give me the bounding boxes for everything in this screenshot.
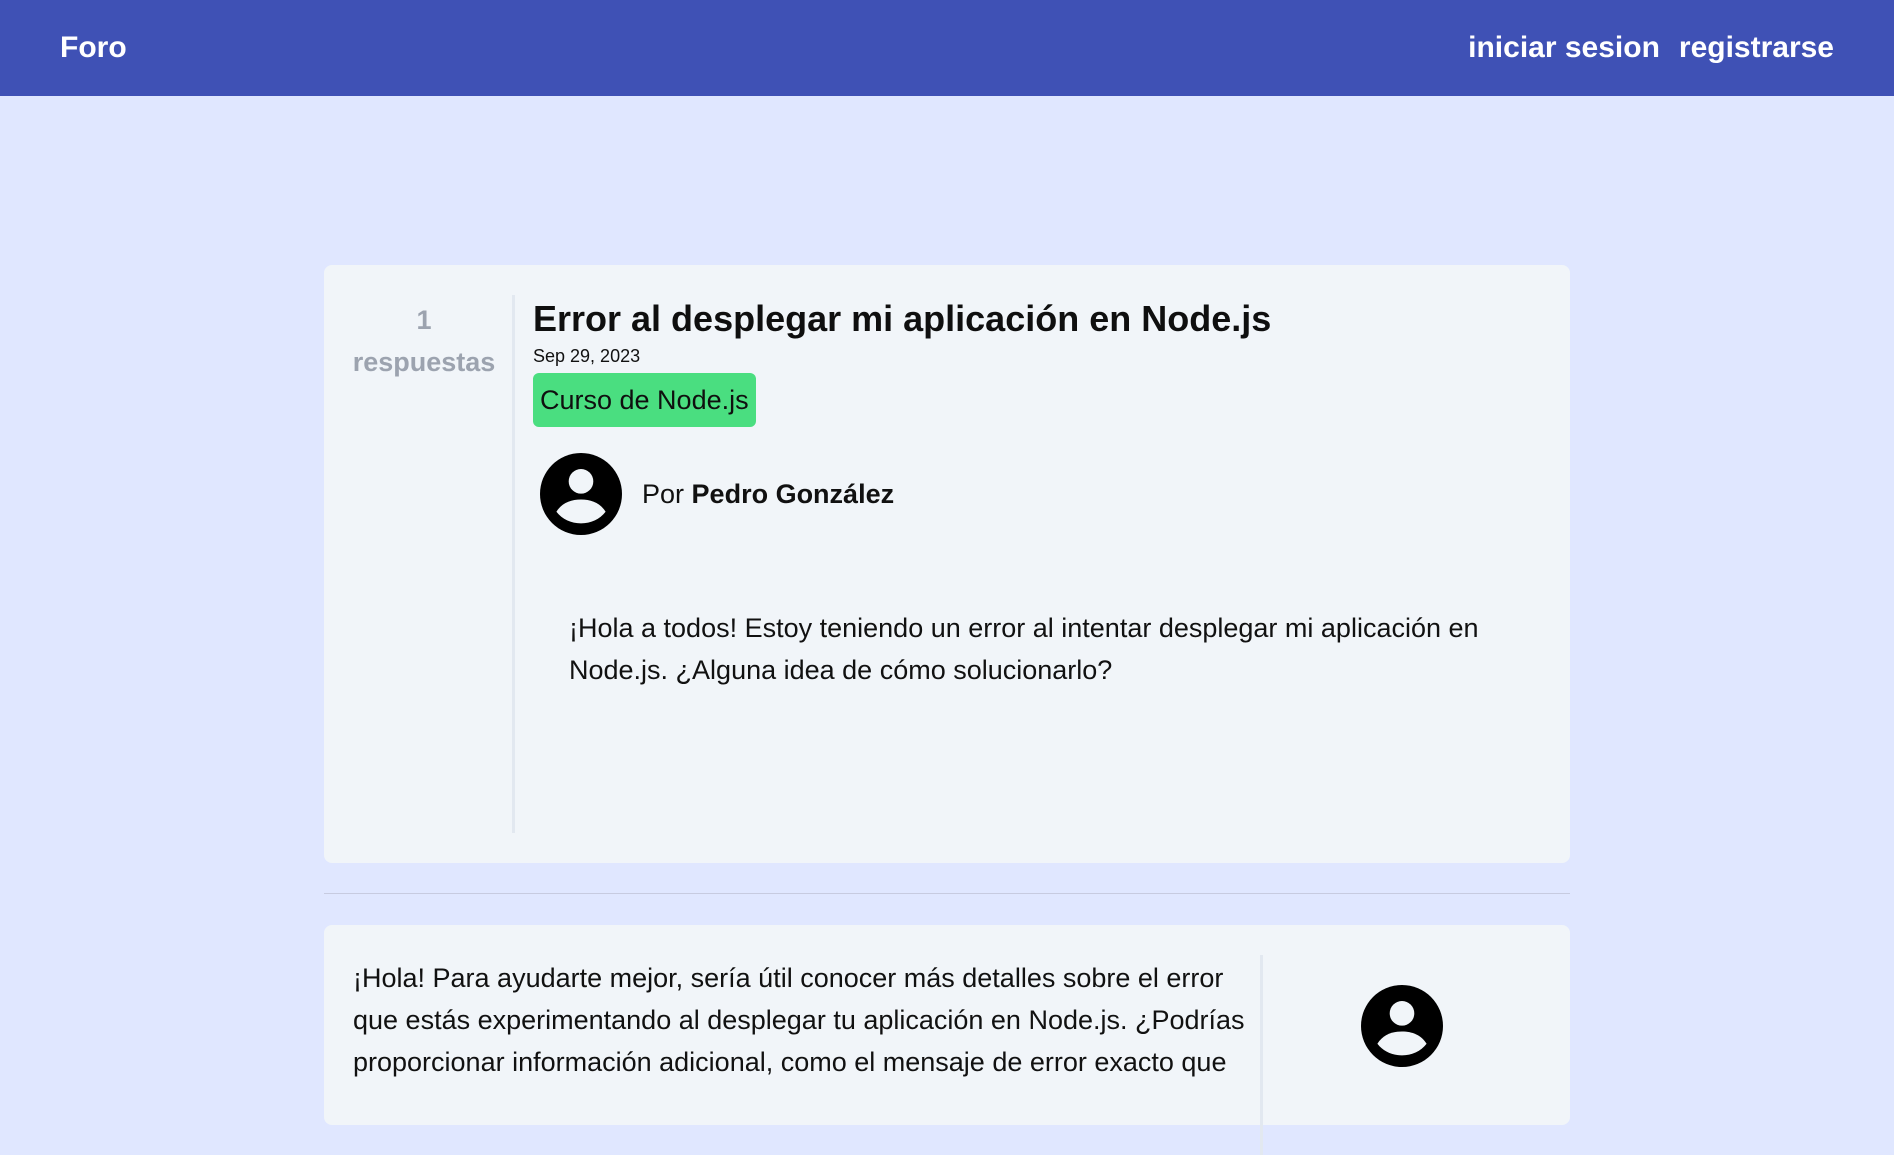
avatar-icon — [540, 453, 622, 535]
section-divider — [324, 893, 1570, 894]
question-date: Sep 29, 2023 — [533, 346, 641, 366]
reply-count-number: 1 — [416, 305, 432, 335]
question-body: ¡Hola a todos! Estoy teniendo un error a… — [569, 613, 1479, 685]
answer-column-divider — [1260, 955, 1263, 1155]
answer-card: ¡Hola! Para ayudarte mejor, sería útil c… — [324, 925, 1570, 1155]
top-navbar: Foro iniciar sesion registrarse — [0, 0, 1894, 96]
course-tag[interactable]: Curso de Node.js — [533, 373, 756, 427]
question-card: 1 respuestas Error al desplegar mi aplic… — [324, 265, 1570, 863]
reply-counter: 1 respuestas — [324, 299, 524, 383]
author-prefix: Por — [642, 478, 685, 509]
question-author: Por Pedro González — [540, 453, 894, 535]
question-title: Error al desplegar mi aplicación en Node… — [533, 298, 1272, 339]
author-byline: Por Pedro González — [642, 479, 894, 510]
register-link[interactable]: registrarse — [1679, 31, 1834, 65]
reply-count-label: respuestas — [352, 347, 496, 377]
login-link[interactable]: iniciar sesion — [1468, 31, 1660, 65]
nav-links: iniciar sesion registrarse — [1468, 31, 1834, 65]
answer-body: ¡Hola! Para ayudarte mejor, sería útil c… — [353, 963, 1245, 1077]
brand-logo[interactable]: Foro — [60, 31, 127, 65]
author-name: Pedro González — [691, 478, 895, 509]
column-divider — [512, 295, 515, 833]
avatar-icon — [1361, 985, 1443, 1067]
